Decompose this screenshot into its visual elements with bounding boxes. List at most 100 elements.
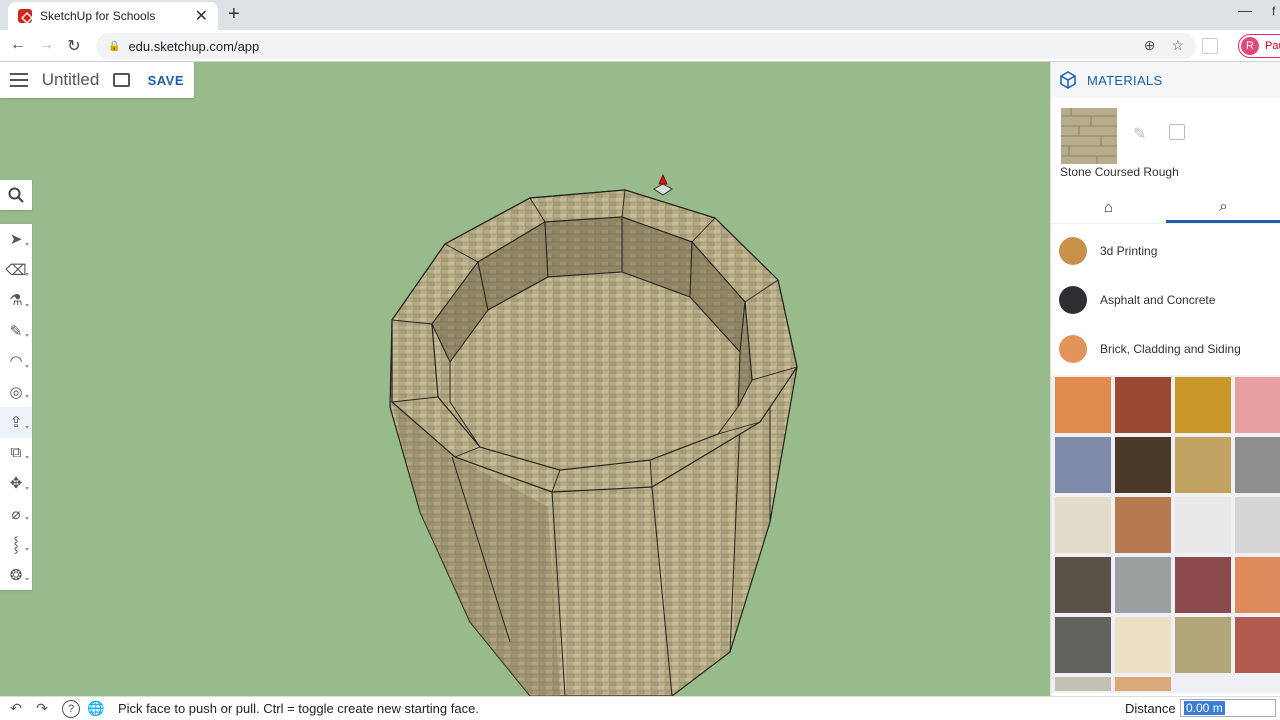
material-swatch[interactable] [1115, 677, 1171, 691]
category-thumbnail [1059, 237, 1087, 265]
folder-icon[interactable] [113, 73, 130, 87]
push-pull-icon: ⇪ [9, 414, 23, 432]
arc-icon: ◠ [9, 353, 23, 371]
offset-tool[interactable]: ⧉ [0, 438, 32, 469]
material-swatch[interactable] [1055, 617, 1111, 673]
eraser-tool[interactable]: ⌫ [0, 255, 32, 286]
category-label: Asphalt and Concrete [1100, 293, 1216, 307]
download-material-icon[interactable] [1169, 124, 1185, 140]
material-swatch[interactable] [1175, 437, 1231, 493]
material-swatch[interactable] [1175, 617, 1231, 673]
search-tool-button[interactable] [0, 180, 32, 210]
material-swatch[interactable] [1235, 497, 1280, 553]
hamburger-menu-icon[interactable] [10, 73, 28, 87]
circle-tool[interactable]: ◎ [0, 377, 32, 408]
move-icon: ✥ [9, 475, 23, 493]
paint-bucket-icon: ⚗ [9, 292, 23, 310]
material-swatch[interactable] [1175, 377, 1231, 433]
category-thumbnail [1059, 286, 1087, 314]
material-swatch[interactable] [1235, 617, 1280, 673]
distance-label: Distance [1125, 701, 1176, 716]
material-swatch[interactable] [1115, 437, 1171, 493]
arc-tool[interactable]: ◠ [0, 346, 32, 377]
browser-address-bar: ← → ↻ 🔒 edu.sketchup.com/app ⊕ ☆ R Pau [0, 30, 1280, 62]
lock-icon: 🔒 [108, 40, 121, 52]
orbit-tool[interactable]: ❂ [0, 560, 32, 591]
materials-panel: MATERIALS ✎ Stone Coursed Rough ⌂ ⌕ 3d P… [1050, 62, 1280, 696]
material-category-item[interactable]: Brick, Cladding and Siding [1051, 326, 1280, 372]
footprints-icon: ⸾ [13, 536, 19, 554]
material-category-item[interactable]: 3d Printing [1051, 228, 1280, 274]
undo-icon[interactable]: ↶ [6, 700, 26, 717]
save-button[interactable]: SAVE [148, 73, 184, 88]
bookmark-star-icon[interactable]: ☆ [1171, 37, 1184, 54]
url-field[interactable]: 🔒 edu.sketchup.com/app ⊕ ☆ [96, 33, 1196, 59]
material-swatch[interactable] [1235, 557, 1280, 613]
status-message: Pick face to push or pull. Ctrl = toggle… [118, 701, 479, 716]
redo-icon[interactable]: ↷ [32, 700, 52, 717]
status-bar: ↶ ↷ ? 🌐 Pick face to push or pull. Ctrl … [0, 696, 1280, 720]
home-icon: ⌂ [1103, 199, 1114, 216]
material-swatch[interactable] [1055, 437, 1111, 493]
move-tool[interactable]: ✥ [0, 468, 32, 499]
cylinder-model[interactable] [0, 62, 1050, 696]
profile-button[interactable]: R Pau [1238, 34, 1280, 58]
tape-measure-tool[interactable]: ⌀ [0, 499, 32, 530]
material-category-item[interactable]: Asphalt and Concrete [1051, 277, 1280, 323]
paint-bucket-tool[interactable]: ⚗ [0, 285, 32, 316]
tab-close-icon[interactable]: ✕ [195, 6, 208, 26]
material-swatch[interactable] [1115, 497, 1171, 553]
materials-tabs: ⌂ ⌕ [1051, 192, 1280, 224]
category-label: Brick, Cladding and Siding [1100, 342, 1241, 356]
line-tool[interactable]: ✎ [0, 316, 32, 347]
material-swatch[interactable] [1115, 557, 1171, 613]
edit-material-icon[interactable]: ✎ [1133, 124, 1146, 144]
browser-tab[interactable]: SketchUp for Schools ✕ [8, 2, 218, 30]
tab-materials-home[interactable]: ⌂ [1051, 192, 1166, 223]
window-minimize-button[interactable]: — [1238, 2, 1252, 18]
material-swatch[interactable] [1115, 617, 1171, 673]
help-icon[interactable]: ? [62, 699, 80, 718]
material-swatch[interactable] [1055, 677, 1111, 691]
material-swatch[interactable] [1235, 437, 1280, 493]
material-swatch[interactable] [1115, 377, 1171, 433]
current-material-name: Stone Coursed Rough [1060, 165, 1179, 179]
extension-icon[interactable] [1202, 38, 1218, 54]
eraser-icon: ⌫ [5, 261, 27, 279]
orbit-icon: ❂ [9, 566, 23, 584]
walk-tool[interactable]: ⸾ [0, 529, 32, 560]
distance-input[interactable]: 0.00 m [1180, 699, 1276, 717]
material-swatch[interactable] [1055, 557, 1111, 613]
push-pull-cursor-icon [653, 174, 673, 196]
model-viewport[interactable] [0, 62, 1050, 696]
material-swatch[interactable] [1235, 377, 1280, 433]
profile-name: Pau [1265, 40, 1280, 52]
add-icon[interactable]: ⊕ [1144, 37, 1156, 54]
select-tool[interactable]: ➤ [0, 224, 32, 255]
window-control-edge[interactable]: f [1272, 4, 1275, 18]
reload-icon[interactable]: ↻ [64, 36, 84, 56]
material-swatch[interactable] [1055, 497, 1111, 553]
left-toolbar: ➤ ⌫ ⚗ ✎ ◠ ◎ ⇪ ⧉ ✥ ⌀ ⸾ ❂ [0, 224, 32, 590]
material-swatch[interactable] [1175, 557, 1231, 613]
sketchup-favicon-icon [18, 9, 32, 23]
current-material-swatch[interactable] [1061, 108, 1117, 164]
materials-title: MATERIALS [1087, 72, 1163, 88]
arrow-cursor-icon: ➤ [9, 231, 23, 249]
category-thumbnail [1059, 335, 1087, 363]
browser-tab-bar: SketchUp for Schools ✕ + — f [0, 0, 1280, 30]
new-tab-button[interactable]: + [228, 3, 240, 26]
materials-panel-header: MATERIALS [1051, 62, 1280, 98]
search-icon [8, 187, 24, 203]
material-swatch[interactable] [1175, 497, 1231, 553]
document-title[interactable]: Untitled [42, 70, 100, 90]
back-icon[interactable]: ← [8, 36, 28, 54]
globe-icon[interactable]: 🌐 [86, 700, 106, 717]
profile-avatar: R [1241, 37, 1259, 55]
app-top-bar: Untitled SAVE [0, 62, 194, 98]
pencil-icon: ✎ [9, 322, 23, 340]
forward-icon[interactable]: → [36, 36, 56, 54]
push-pull-tool[interactable]: ⇪ [0, 407, 32, 438]
tab-materials-browse[interactable]: ⌕ [1166, 192, 1280, 223]
material-swatch[interactable] [1055, 377, 1111, 433]
